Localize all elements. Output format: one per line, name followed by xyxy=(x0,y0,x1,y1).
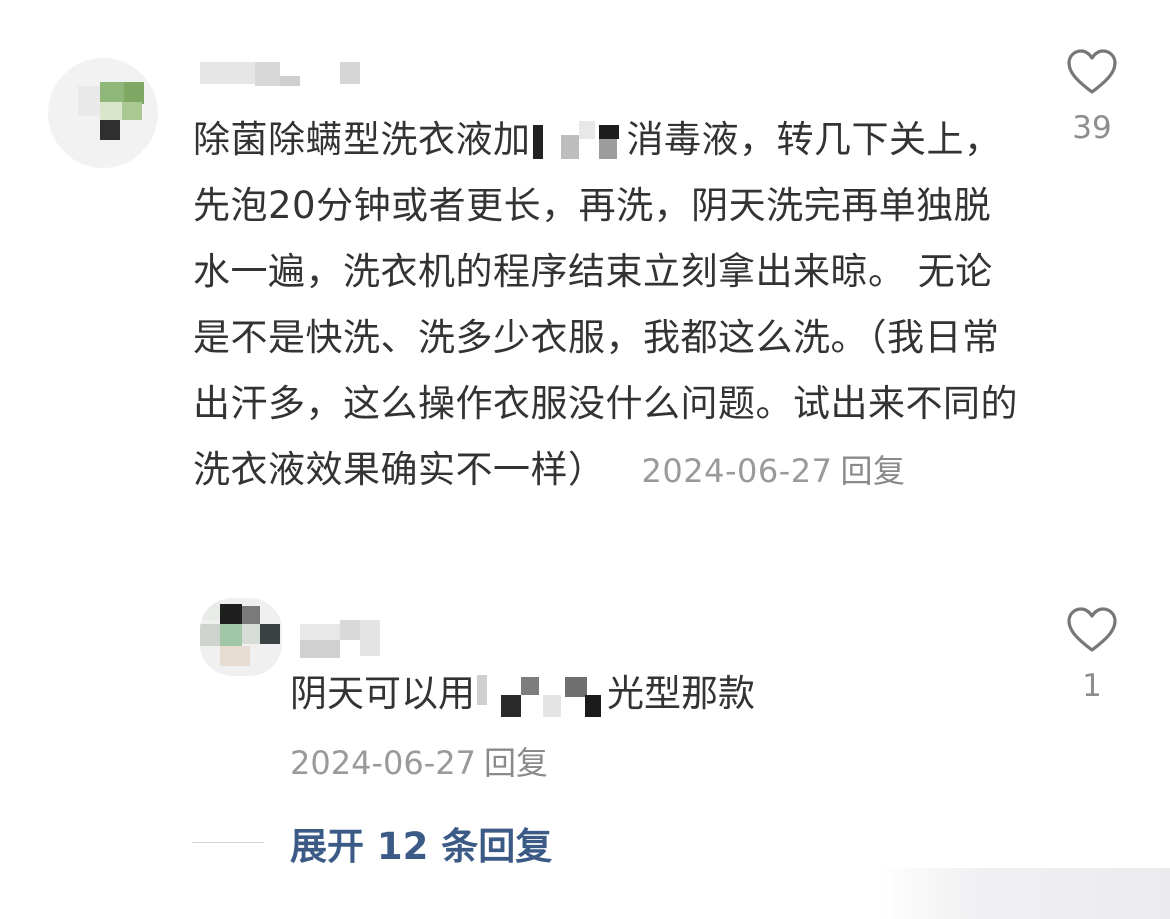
reply-like-button[interactable]: 1 xyxy=(1052,606,1132,704)
replier-avatar[interactable] xyxy=(200,598,282,676)
expand-divider xyxy=(192,842,264,843)
comment-date: 2024-06-27 xyxy=(641,452,833,490)
replier-username[interactable] xyxy=(300,620,382,660)
comment-like-button[interactable]: 39 xyxy=(1052,48,1132,146)
commenter-avatar[interactable] xyxy=(48,58,158,168)
reply-reply-button[interactable]: 回复 xyxy=(484,744,548,782)
comment-body: 除菌除螨型洗衣液加 消毒液，转几下关上，先泡20分钟或者更长，再洗，阴天洗完再单独… xyxy=(193,107,1023,504)
comment-text-start: 除菌除螨型洗衣液加 xyxy=(193,118,531,161)
reply-like-count: 1 xyxy=(1082,668,1102,704)
expand-replies-link[interactable]: 展开 12 条回复 xyxy=(290,816,552,870)
heart-outline-icon xyxy=(1067,49,1117,94)
bottom-fade xyxy=(880,868,1170,919)
reply-date: 2024-06-27 xyxy=(290,744,476,782)
commenter-username[interactable] xyxy=(200,62,365,88)
comment-text-end: 消毒液，转几下关上，先泡20分钟或者更长，再洗，阴天洗完再单独脱水一遍，洗衣机的… xyxy=(193,118,1018,491)
redacted-mosaic xyxy=(532,120,625,163)
redacted-mosaic xyxy=(477,674,605,717)
comment-meta: 2024-06-27 回复 xyxy=(642,452,906,490)
reply-text-start: 阴天可以用 xyxy=(290,672,475,715)
reply-body: 阴天可以用 光型那款 xyxy=(290,666,755,722)
comment-reply-button[interactable]: 回复 xyxy=(840,452,905,490)
reply-text-end: 光型那款 xyxy=(607,672,755,715)
reply-meta: 2024-06-27 回复 xyxy=(290,738,548,784)
comment-like-count: 39 xyxy=(1072,110,1112,146)
heart-outline-icon xyxy=(1067,607,1117,652)
